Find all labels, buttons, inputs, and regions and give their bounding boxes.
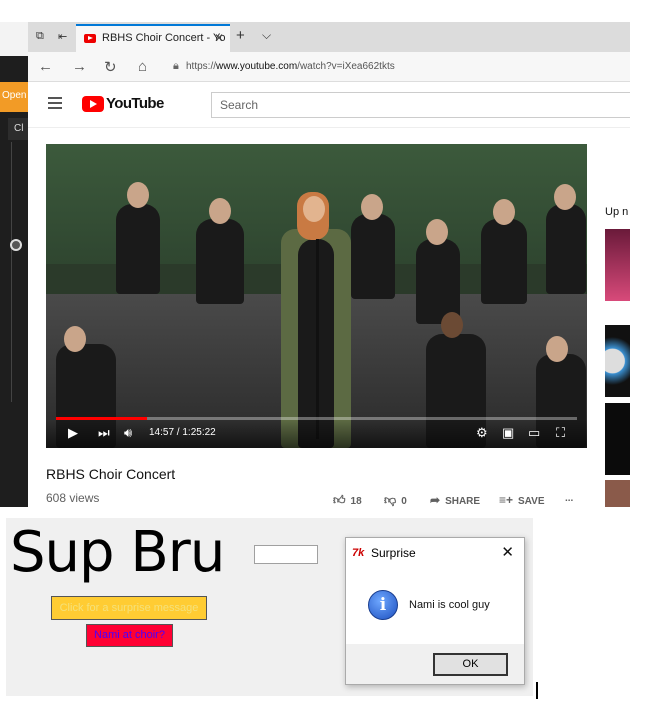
browser-window: ⧉ ⇤ RBHS Choir Concert - Yo ✕ + ⌵ ← → ↻ …	[28, 22, 630, 507]
like-count: 18	[350, 496, 362, 507]
video-player[interactable]: ▶ ⏭︎ 🔊︎ 14:57 / 1:25:22 ⚙ ▣ ▭ ⛶	[46, 144, 587, 448]
video-controls: ▶ ⏭︎ 🔊︎ 14:57 / 1:25:22 ⚙ ▣ ▭ ⛶	[46, 420, 587, 448]
background-vertical-panel	[2, 142, 12, 402]
forward-icon[interactable]: →	[72, 58, 87, 75]
surprise-dialog: 7k Surprise ✕ i Nami is cool guy OK	[345, 537, 525, 685]
more-actions-button[interactable]: ...	[565, 493, 573, 504]
text-cursor	[536, 682, 538, 699]
background-radio-button[interactable]	[10, 239, 22, 251]
tab-title: RBHS Choir Concert - Yo	[102, 32, 226, 44]
menu-icon[interactable]	[48, 97, 62, 109]
save-label: SAVE	[518, 496, 545, 507]
refresh-icon[interactable]: ↻	[104, 58, 117, 76]
theater-mode-icon[interactable]: ▭	[528, 425, 540, 441]
ok-button[interactable]: OK	[433, 653, 508, 676]
tk-feather-icon: 7k	[352, 547, 365, 559]
youtube-header: YouTube Search	[28, 82, 630, 128]
settings-icon[interactable]: ⚙	[476, 425, 488, 441]
app-title: Sup Bru	[10, 520, 225, 585]
address-bar[interactable]: https://www.youtube.com/watch?v=iXea662t…	[186, 61, 395, 72]
video-time: 14:57 / 1:25:22	[149, 427, 216, 438]
add-to-playlist-icon: ≡+	[499, 493, 514, 507]
close-tab-icon[interactable]: ✕	[214, 31, 224, 45]
lock-icon: 🔒︎	[173, 60, 179, 72]
dialog-message: Nami is cool guy	[409, 599, 490, 611]
next-icon[interactable]: ⏭︎	[98, 425, 110, 441]
save-button[interactable]: ≡+ SAVE	[499, 493, 545, 507]
recommended-thumbnail[interactable]	[605, 480, 630, 507]
recommended-thumbnail[interactable]	[605, 229, 630, 301]
fullscreen-icon[interactable]: ⛶	[556, 425, 565, 441]
share-icon: ➦	[430, 493, 441, 507]
info-icon: i	[368, 590, 398, 620]
new-tab-icon[interactable]: +	[236, 27, 245, 44]
background-tab[interactable]: Cl	[8, 118, 28, 140]
microphone-stand	[316, 239, 319, 439]
surprise-message-button[interactable]: Click for a surprise message	[51, 596, 207, 620]
view-count: 608 views	[46, 491, 100, 505]
tab-strip: ⧉ ⇤ RBHS Choir Concert - Yo ✕ + ⌵	[28, 22, 630, 52]
back-icon[interactable]: ←	[38, 58, 53, 75]
recommended-thumbnail[interactable]	[605, 325, 630, 397]
youtube-logo-text[interactable]: YouTube	[106, 95, 164, 112]
up-next-label: Up n	[605, 206, 629, 218]
home-icon[interactable]: ⌂	[138, 58, 147, 75]
url-path: /watch?v=iXea662tkts	[297, 61, 395, 72]
play-icon[interactable]: ▶	[68, 425, 78, 441]
dislike-button[interactable]: 👎︎ 0	[384, 493, 407, 507]
recommended-thumbnail[interactable]	[605, 403, 630, 475]
video-title: RBHS Choir Concert	[46, 466, 176, 482]
chevron-down-icon[interactable]: ⌵	[262, 28, 271, 43]
like-button[interactable]: 👍︎ 18	[333, 493, 362, 507]
background-window-titlebar	[0, 22, 28, 56]
navigation-bar: ← → ↻ ⌂ 🔒︎ https://www.youtube.com/watch…	[28, 52, 630, 82]
volume-icon[interactable]: 🔊︎	[124, 425, 132, 441]
url-prefix: https://	[186, 61, 217, 72]
share-label: SHARE	[445, 496, 481, 507]
background-open-button[interactable]: Open	[0, 82, 28, 112]
youtube-favicon-icon	[84, 34, 96, 43]
background-window: Open Cl	[0, 22, 28, 507]
tab-back-icon[interactable]: ⇤	[58, 30, 67, 43]
dialog-titlebar[interactable]: 7k Surprise ✕	[346, 538, 524, 568]
miniplayer-icon[interactable]: ▣	[502, 425, 514, 441]
dislike-count: 0	[401, 496, 407, 507]
share-button[interactable]: ➦ SHARE	[430, 493, 480, 507]
dialog-footer: OK	[346, 644, 524, 684]
nami-at-choir-button[interactable]: Nami at choir?	[86, 624, 173, 647]
youtube-logo-icon[interactable]	[82, 96, 104, 112]
text-entry[interactable]	[254, 545, 318, 564]
thumbs-down-icon: 👎︎	[384, 493, 397, 507]
dialog-title: Surprise	[371, 546, 416, 560]
close-icon[interactable]: ✕	[501, 543, 514, 561]
url-domain: www.youtube.com	[216, 61, 298, 72]
thumbs-up-icon: 👍︎	[333, 493, 346, 507]
search-input[interactable]: Search	[211, 92, 630, 118]
tab-youtube[interactable]: RBHS Choir Concert - Yo ✕	[76, 24, 230, 52]
tab-actions-icon[interactable]: ⧉	[36, 30, 44, 43]
